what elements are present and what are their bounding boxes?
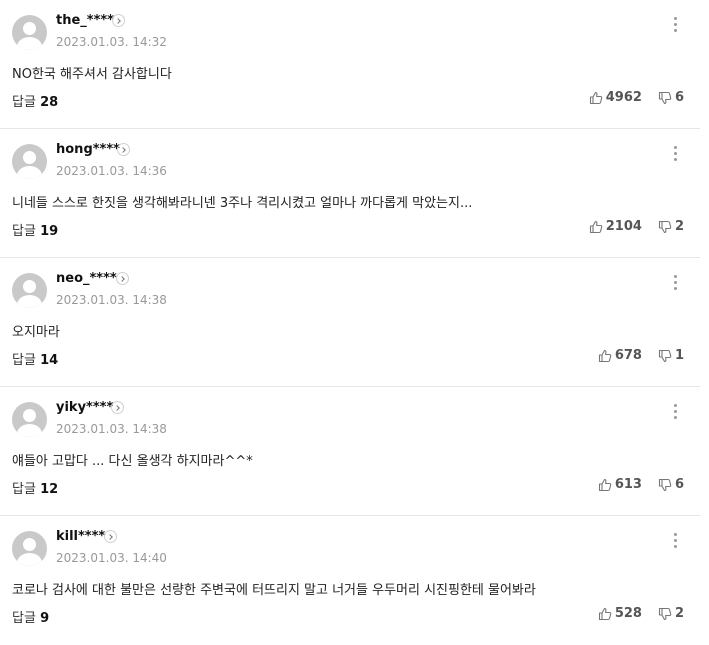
reply-count: 14 <box>40 353 59 368</box>
comment-list: the_**** 2023.01.03. 14:32 NO한국 해주셔서 감사합… <box>0 0 700 645</box>
reply-button[interactable]: 답글 19 <box>12 220 58 239</box>
comment-text: 얘들아 고맙다 ... 다신 올생각 하지마라^^* <box>12 454 253 469</box>
reply-count: 12 <box>40 482 59 497</box>
like-count: 528 <box>614 606 642 621</box>
dislike-count: 2 <box>674 219 684 234</box>
comment-timestamp: 2023.01.03. 14:38 <box>56 293 167 307</box>
reply-label: 답글 <box>12 353 36 368</box>
dislike-button[interactable]: 1 <box>658 348 684 363</box>
chevron-right-icon[interactable] <box>112 14 125 27</box>
reply-button[interactable]: 답글 14 <box>12 349 58 368</box>
thumbs-down-icon <box>658 220 672 233</box>
comment-username[interactable]: yiky**** <box>56 400 113 415</box>
reaction-bar: 4962 6 <box>589 90 684 105</box>
reaction-bar: 613 6 <box>598 477 684 492</box>
like-button[interactable]: 613 <box>598 477 642 492</box>
more-options-icon[interactable] <box>672 404 678 420</box>
comment-timestamp: 2023.01.03. 14:40 <box>56 551 167 565</box>
thumbs-up-icon <box>589 220 603 233</box>
more-options-icon[interactable] <box>672 533 678 549</box>
avatar[interactable] <box>12 531 47 566</box>
reply-count: 9 <box>40 611 50 626</box>
comment-text: 니네들 스스로 한짓을 생각해봐라니넨 3주나 격리시켰고 얼마나 까다롭게 막… <box>12 196 473 211</box>
comment-timestamp: 2023.01.03. 14:36 <box>56 164 167 178</box>
more-options-icon[interactable] <box>672 146 678 162</box>
reply-button[interactable]: 답글 9 <box>12 607 49 626</box>
dislike-count: 6 <box>674 90 684 105</box>
comment-text: NO한국 해주셔서 감사합니다 <box>12 67 172 82</box>
reply-button[interactable]: 답글 12 <box>12 478 58 497</box>
dislike-count: 2 <box>674 606 684 621</box>
comment-text: 오지마라 <box>12 325 60 340</box>
comment-username[interactable]: kill**** <box>56 529 105 544</box>
thumbs-down-icon <box>658 349 672 362</box>
like-count: 613 <box>614 477 642 492</box>
more-options-icon[interactable] <box>672 275 678 291</box>
dislike-count: 6 <box>674 477 684 492</box>
avatar[interactable] <box>12 15 47 50</box>
comment-item: yiky**** 2023.01.03. 14:38 얘들아 고맙다 ... 다… <box>0 387 700 516</box>
comment-username[interactable]: the_**** <box>56 13 114 28</box>
thumbs-up-icon <box>598 607 612 620</box>
like-button[interactable]: 528 <box>598 606 642 621</box>
avatar[interactable] <box>12 144 47 179</box>
thumbs-down-icon <box>658 607 672 620</box>
reply-count: 19 <box>40 224 59 239</box>
comment-item: hong**** 2023.01.03. 14:36 니네들 스스로 한짓을 생… <box>0 129 700 258</box>
like-count: 2104 <box>605 219 642 234</box>
thumbs-down-icon <box>658 91 672 104</box>
chevron-right-icon[interactable] <box>111 401 124 414</box>
reply-label: 답글 <box>12 224 36 239</box>
like-count: 678 <box>614 348 642 363</box>
chevron-right-icon[interactable] <box>116 272 129 285</box>
comment-item: the_**** 2023.01.03. 14:32 NO한국 해주셔서 감사합… <box>0 0 700 129</box>
dislike-button[interactable]: 6 <box>658 90 684 105</box>
reply-label: 답글 <box>12 482 36 497</box>
thumbs-up-icon <box>589 91 603 104</box>
chevron-right-icon[interactable] <box>117 143 130 156</box>
reply-label: 답글 <box>12 95 36 110</box>
dislike-button[interactable]: 6 <box>658 477 684 492</box>
comment-username[interactable]: neo_**** <box>56 271 117 286</box>
thumbs-up-icon <box>598 478 612 491</box>
reply-count: 28 <box>40 95 59 110</box>
comment-timestamp: 2023.01.03. 14:38 <box>56 422 167 436</box>
avatar[interactable] <box>12 273 47 308</box>
chevron-right-icon[interactable] <box>104 530 117 543</box>
like-button[interactable]: 2104 <box>589 219 642 234</box>
reply-button[interactable]: 답글 28 <box>12 91 58 110</box>
reply-label: 답글 <box>12 611 36 626</box>
dislike-count: 1 <box>674 348 684 363</box>
comment-username[interactable]: hong**** <box>56 142 120 157</box>
like-button[interactable]: 4962 <box>589 90 642 105</box>
more-options-icon[interactable] <box>672 17 678 33</box>
like-button[interactable]: 678 <box>598 348 642 363</box>
dislike-button[interactable]: 2 <box>658 606 684 621</box>
like-count: 4962 <box>605 90 642 105</box>
comment-text: 코로나 검사에 대한 불만은 선량한 주변국에 터뜨리지 말고 너거들 우두머리… <box>12 583 536 598</box>
comment-item: kill**** 2023.01.03. 14:40 코로나 검사에 대한 불만… <box>0 516 700 645</box>
thumbs-up-icon <box>598 349 612 362</box>
comment-item: neo_**** 2023.01.03. 14:38 오지마라 답글 14 67… <box>0 258 700 387</box>
reaction-bar: 528 2 <box>598 606 684 621</box>
comment-timestamp: 2023.01.03. 14:32 <box>56 35 167 49</box>
thumbs-down-icon <box>658 478 672 491</box>
reaction-bar: 678 1 <box>598 348 684 363</box>
reaction-bar: 2104 2 <box>589 219 684 234</box>
avatar[interactable] <box>12 402 47 437</box>
dislike-button[interactable]: 2 <box>658 219 684 234</box>
